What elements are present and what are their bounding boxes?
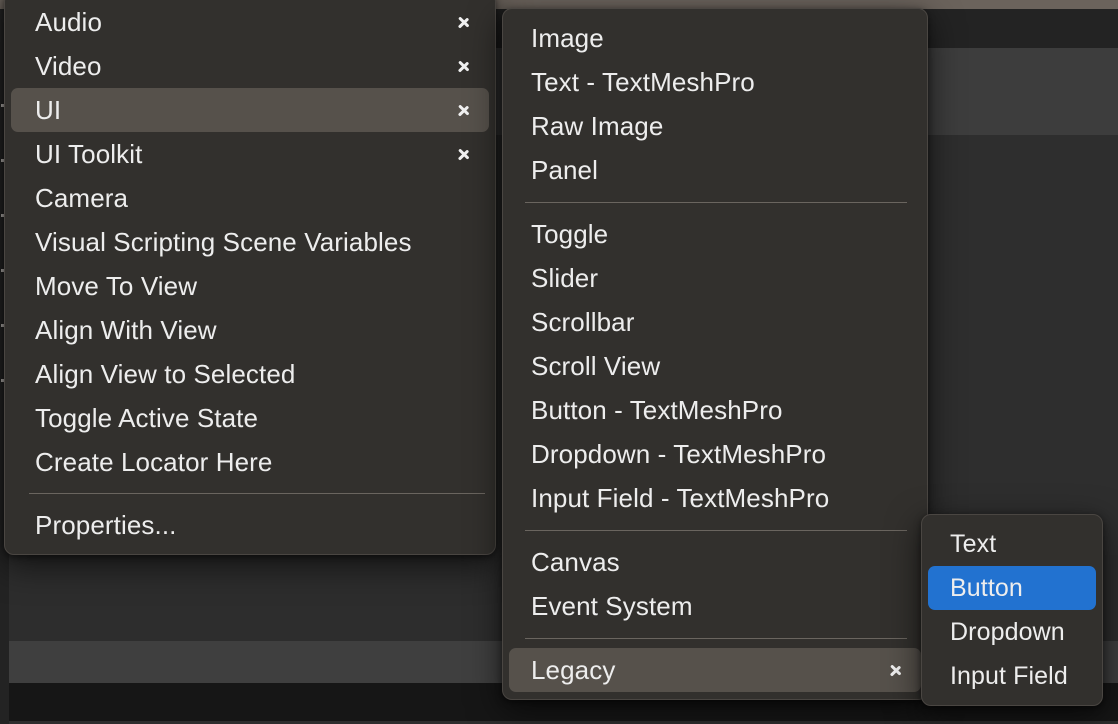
menu-item-label: Panel xyxy=(531,155,598,185)
menu-item-ui-toolkit[interactable]: UI Toolkit xyxy=(11,132,489,176)
menu-item-label: Event System xyxy=(531,591,693,621)
menu-item-dropdown[interactable]: Dropdown xyxy=(928,610,1096,654)
menu-item-label: Create Locator Here xyxy=(35,447,273,477)
chevron-right-icon xyxy=(889,659,905,681)
menu-item-legacy[interactable]: Legacy xyxy=(509,648,921,692)
menu-item-label: Move To View xyxy=(35,271,198,301)
menu-item-text[interactable]: Text xyxy=(928,522,1096,566)
chevron-right-icon xyxy=(457,143,473,165)
menu-item-toggle-active-state[interactable]: Toggle Active State xyxy=(11,396,489,440)
ui-submenu[interactable]: Image Text - TextMeshPro Raw Image Panel Tog… xyxy=(502,8,928,700)
editor-stage: Audio Video UI UI Toolkit Camera Visual Scrip… xyxy=(0,0,1118,724)
menu-item-camera[interactable]: Camera xyxy=(11,176,489,220)
menu-separator xyxy=(525,530,907,531)
menu-item-dropdown-textmeshpro[interactable]: Dropdown - TextMeshPro xyxy=(509,432,921,476)
menu-item-label: Scrollbar xyxy=(531,307,635,337)
menu-item-scroll-view[interactable]: Scroll View xyxy=(509,344,921,388)
menu-item-label: Dropdown - TextMeshPro xyxy=(531,439,827,469)
menu-item-label: Button - TextMeshPro xyxy=(531,395,783,425)
menu-item-audio[interactable]: Audio xyxy=(11,0,489,44)
menu-item-button-textmeshpro[interactable]: Button - TextMeshPro xyxy=(509,388,921,432)
menu-item-label: Video xyxy=(35,51,102,81)
menu-item-label: Align With View xyxy=(35,315,217,345)
menu-item-label: Input Field xyxy=(950,661,1068,690)
menu-item-label: Scroll View xyxy=(531,351,661,381)
menu-item-button[interactable]: Button xyxy=(928,566,1096,610)
menu-item-label: Align View to Selected xyxy=(35,359,296,389)
menu-item-video[interactable]: Video xyxy=(11,44,489,88)
menu-item-label: Canvas xyxy=(531,547,620,577)
menu-item-canvas[interactable]: Canvas xyxy=(509,540,921,584)
chevron-right-icon xyxy=(457,11,473,33)
menu-item-label: UI xyxy=(35,95,62,125)
menu-separator xyxy=(525,202,907,203)
legacy-submenu[interactable]: Text Button Dropdown Input Field xyxy=(921,514,1103,706)
menu-item-label: Dropdown xyxy=(950,617,1065,646)
menu-item-label: Visual Scripting Scene Variables xyxy=(35,227,412,257)
menu-item-label: Audio xyxy=(35,7,102,37)
menu-item-scrollbar[interactable]: Scrollbar xyxy=(509,300,921,344)
menu-item-label: Raw Image xyxy=(531,111,664,141)
menu-item-panel[interactable]: Panel xyxy=(509,148,921,192)
menu-item-label: Toggle xyxy=(531,219,609,249)
menu-item-label: UI Toolkit xyxy=(35,139,143,169)
chevron-right-icon xyxy=(457,99,473,121)
menu-item-label: Camera xyxy=(35,183,129,213)
menu-item-align-with-view[interactable]: Align With View xyxy=(11,308,489,352)
menu-item-ui[interactable]: UI xyxy=(11,88,489,132)
menu-item-visual-scripting-scene-variables[interactable]: Visual Scripting Scene Variables xyxy=(11,220,489,264)
menu-item-raw-image[interactable]: Raw Image xyxy=(509,104,921,148)
menu-separator xyxy=(525,638,907,639)
menu-item-toggle[interactable]: Toggle xyxy=(509,212,921,256)
menu-item-text-textmeshpro[interactable]: Text - TextMeshPro xyxy=(509,60,921,104)
menu-item-slider[interactable]: Slider xyxy=(509,256,921,300)
menu-item-label: Text xyxy=(950,529,997,558)
menu-item-label: Input Field - TextMeshPro xyxy=(531,483,830,513)
menu-item-input-field-textmeshpro[interactable]: Input Field - TextMeshPro xyxy=(509,476,921,520)
gameobject-context-menu[interactable]: Audio Video UI UI Toolkit Camera Visual Scrip… xyxy=(4,0,496,555)
menu-item-label: Toggle Active State xyxy=(35,403,259,433)
menu-item-align-view-to-selected[interactable]: Align View to Selected xyxy=(11,352,489,396)
menu-item-label: Button xyxy=(950,573,1023,602)
menu-item-event-system[interactable]: Event System xyxy=(509,584,921,628)
menu-item-image[interactable]: Image xyxy=(509,16,921,60)
menu-item-create-locator-here[interactable]: Create Locator Here xyxy=(11,440,489,484)
menu-item-label: Image xyxy=(531,23,604,53)
chevron-right-icon xyxy=(457,55,473,77)
menu-item-label: Legacy xyxy=(531,655,616,685)
menu-item-properties[interactable]: Properties... xyxy=(11,503,489,547)
menu-item-input-field[interactable]: Input Field xyxy=(928,654,1096,698)
menu-item-label: Text - TextMeshPro xyxy=(531,67,755,97)
menu-separator xyxy=(29,493,485,494)
menu-item-move-to-view[interactable]: Move To View xyxy=(11,264,489,308)
menu-item-label: Properties... xyxy=(35,510,177,540)
menu-item-label: Slider xyxy=(531,263,599,293)
